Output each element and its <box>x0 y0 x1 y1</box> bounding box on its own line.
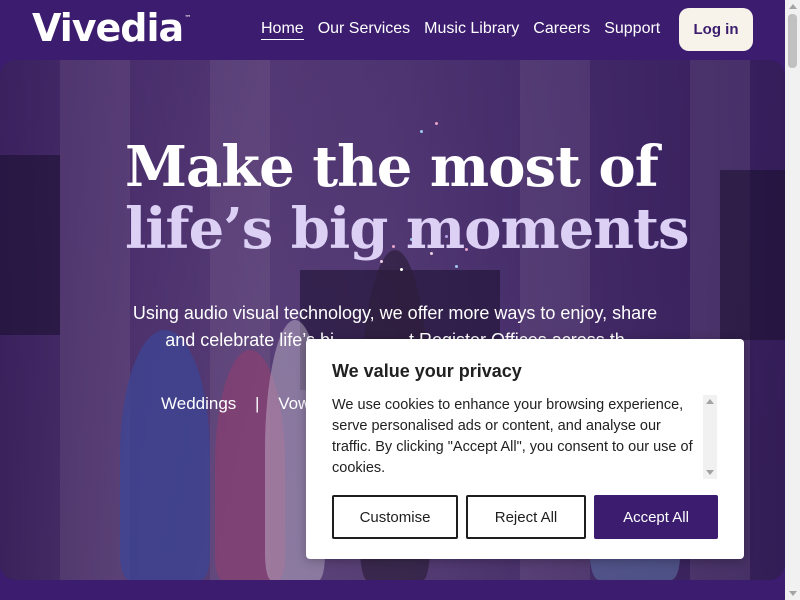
link-separator: | <box>255 394 260 413</box>
nav-support[interactable]: Support <box>604 20 660 40</box>
vivedia-logo[interactable]: Vivedia™ <box>32 6 191 50</box>
hero-title-line1: Make the most of <box>125 134 659 200</box>
nav-our-services[interactable]: Our Services <box>318 20 410 40</box>
logo-text: Vivedia <box>32 6 184 50</box>
hero-title-line2: life’s big moments <box>125 196 689 262</box>
cookie-consent-dialog: We value your privacy We use cookies to … <box>306 339 744 559</box>
customise-button[interactable]: Customise <box>332 495 458 539</box>
nav-home[interactable]: Home <box>261 20 304 40</box>
login-button[interactable]: Log in <box>679 8 753 51</box>
scroll-thumb[interactable] <box>788 14 797 68</box>
trademark-mark: ™ <box>184 14 192 22</box>
page-scrollbar[interactable] <box>785 0 800 600</box>
accept-all-button[interactable]: Accept All <box>594 495 718 539</box>
main-nav: Home Our Services Music Library Careers … <box>261 20 674 40</box>
nav-music-library[interactable]: Music Library <box>424 20 519 40</box>
link-weddings[interactable]: Weddings <box>161 394 236 413</box>
cookie-title: We value your privacy <box>332 361 522 381</box>
cookie-text-scrollbar[interactable] <box>703 395 717 479</box>
cookie-scroll-up-icon[interactable] <box>706 399 714 404</box>
site-header: Vivedia™ Home Our Services Music Library… <box>0 0 785 60</box>
scroll-up-arrow-icon[interactable] <box>789 4 797 9</box>
hero-subtitle-line1: Using audio visual technology, we offer … <box>132 303 658 323</box>
hero-links: Weddings | Vow <box>161 394 310 414</box>
hero-title: Make the most of life’s big moments <box>125 134 689 262</box>
scroll-down-arrow-icon[interactable] <box>789 591 797 596</box>
reject-all-button[interactable]: Reject All <box>466 495 586 539</box>
cookie-description: We use cookies to enhance your browsing … <box>332 397 693 476</box>
nav-careers[interactable]: Careers <box>533 20 590 40</box>
cookie-scroll-down-icon[interactable] <box>706 470 714 475</box>
